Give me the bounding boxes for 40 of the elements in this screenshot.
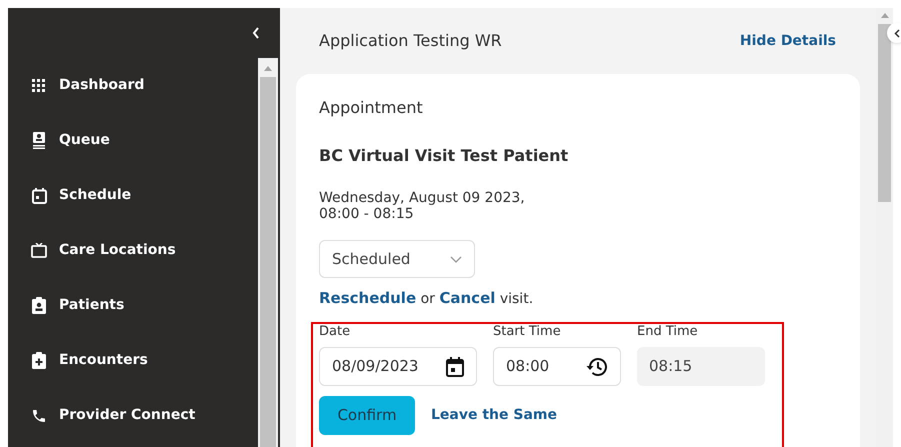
person-card-icon [33, 132, 45, 149]
reschedule-link[interactable]: Reschedule [319, 289, 416, 307]
collapse-chevron-icon[interactable] [252, 27, 260, 39]
scrollbar-thumb[interactable] [878, 24, 891, 202]
card-heading: Appointment [319, 97, 424, 119]
nav-item[interactable]: Queue [8, 113, 258, 168]
cancel-link[interactable]: Cancel [439, 289, 496, 307]
scroll-up-icon[interactable] [264, 66, 272, 71]
calendar-icon [32, 188, 46, 204]
time-field[interactable]: 08:00 [493, 347, 621, 386]
field-label: End Time [637, 323, 699, 341]
nav-item[interactable]: Care Locations [8, 223, 258, 278]
chevron-down-icon [450, 256, 462, 262]
tv-icon [31, 243, 47, 258]
clipboard-person-icon [32, 297, 46, 314]
field-label: Start Time [493, 323, 562, 341]
clipboard-plus-icon [32, 352, 46, 369]
reschedule-sentence: Reschedule or Cancel visit. [319, 288, 534, 309]
appointment-datetime: Wednesday, August 09 2023, 08:00 - 08:15 [319, 190, 526, 222]
field-label: Date [319, 323, 352, 341]
date-field[interactable]: 08/09/2023 [319, 347, 477, 386]
confirm-button[interactable]: Confirm [319, 396, 415, 435]
nav-item[interactable]: Dashboard [8, 58, 258, 113]
calendar-icon[interactable] [446, 356, 464, 376]
patient-name: BC Virtual Visit Test Patient [319, 145, 570, 167]
nav-item[interactable]: Provider Connect [8, 388, 258, 443]
leave-the-same-link[interactable]: Leave the Same [431, 405, 557, 426]
nav-item[interactable]: Patients [8, 278, 258, 333]
page-title: Application Testing WR [319, 30, 502, 52]
status-select[interactable]: Scheduled [319, 240, 475, 278]
scrollbar-thumb[interactable] [260, 77, 276, 447]
clock-history-icon[interactable] [586, 356, 608, 376]
hide-details-link[interactable]: Hide Details [740, 30, 836, 52]
nav-item[interactable]: Encounters [8, 333, 258, 388]
grid-icon [32, 78, 46, 92]
scroll-up-icon[interactable] [880, 13, 888, 18]
scrollbar[interactable] [258, 58, 278, 447]
phone-icon [31, 408, 47, 424]
chevron-left-icon [894, 28, 900, 38]
nav-item[interactable]: Schedule [8, 168, 258, 223]
